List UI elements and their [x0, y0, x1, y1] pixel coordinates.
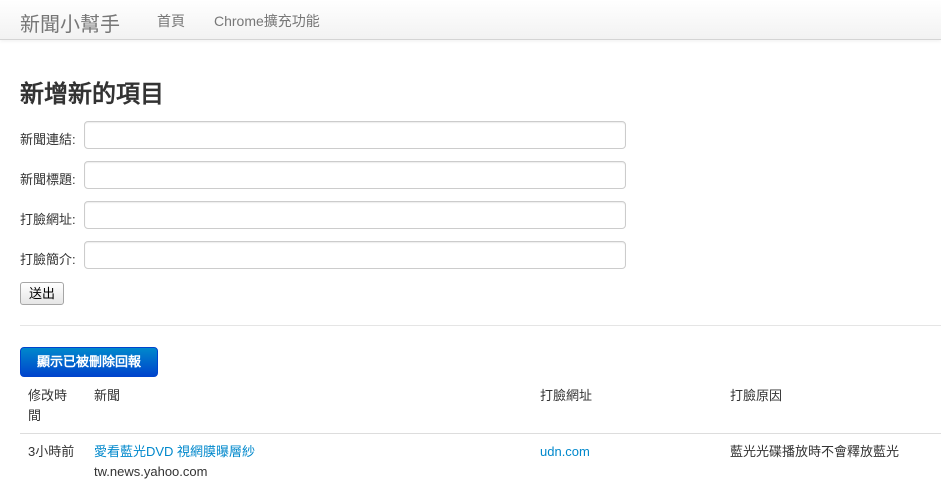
nav-chrome-extension-link[interactable]: Chrome擴充功能: [214, 11, 320, 31]
nav-home-link[interactable]: 首頁: [157, 11, 185, 31]
row-news-domain: tw.news.yahoo.com: [94, 464, 208, 479]
rebuttal-summary-label: 打臉簡介:: [20, 252, 76, 267]
rebuttal-summary-input[interactable]: [84, 241, 626, 269]
column-header-news: 新聞: [94, 388, 121, 403]
news-title-input[interactable]: [84, 161, 626, 189]
rebuttal-url-input[interactable]: [84, 201, 626, 229]
news-link-label: 新聞連結:: [20, 132, 76, 147]
page-title: 新增新的項目: [20, 81, 164, 108]
rebuttal-url-label: 打臉網址:: [20, 212, 76, 227]
navbar: 新聞小幫手 首頁 Chrome擴充功能: [0, 0, 941, 40]
row-time: 3小時前: [28, 444, 75, 459]
table-row-divider: [20, 433, 941, 434]
news-title-label: 新聞標題:: [20, 172, 76, 187]
section-divider: [20, 325, 941, 326]
submit-button[interactable]: 送出: [20, 282, 64, 305]
column-header-rebuttal-url: 打臉網址: [540, 388, 593, 403]
row-rebuttal-url-link[interactable]: udn.com: [540, 443, 590, 461]
news-link-input[interactable]: [84, 121, 626, 149]
show-deleted-reports-button[interactable]: 顯示已被刪除回報: [20, 347, 158, 377]
column-header-rebuttal-reason: 打臉原因: [730, 388, 783, 403]
row-rebuttal-reason: 藍光光碟播放時不會釋放藍光: [730, 444, 900, 459]
column-header-modified-time: 修改時間: [28, 388, 68, 423]
brand-link[interactable]: 新聞小幫手: [20, 8, 120, 37]
row-news-title-link[interactable]: 愛看藍光DVD 視網膜曝層紗: [94, 443, 255, 461]
